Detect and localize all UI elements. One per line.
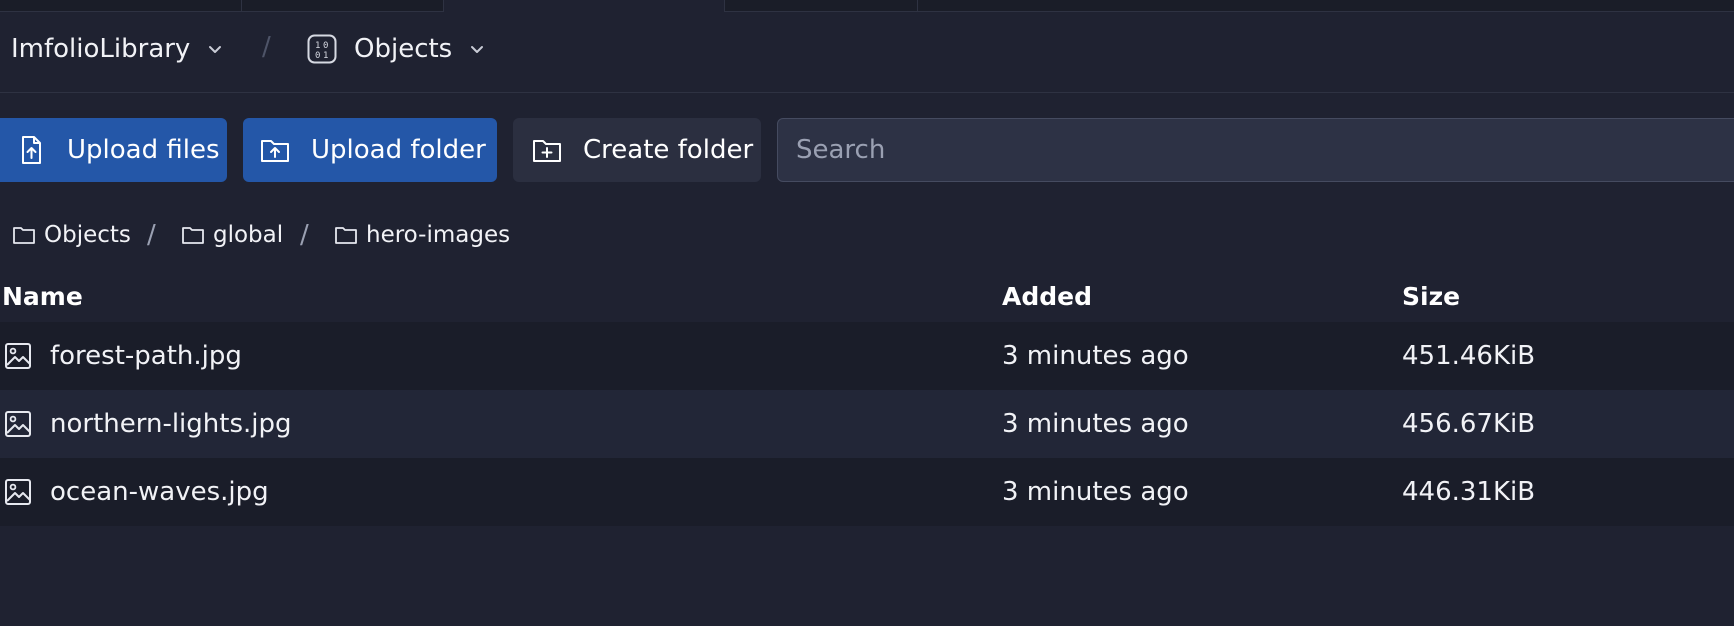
file-name[interactable]: forest-path.jpg [50, 322, 242, 390]
create-folder-label: Create folder [583, 135, 754, 165]
table-row[interactable]: northern-lights.jpg 3 minutes ago 456.67… [0, 390, 1734, 458]
column-header-added[interactable]: Added [1002, 280, 1092, 314]
upload-files-label: Upload files [67, 135, 220, 165]
section-selector[interactable]: 1 0 0 1 Objects [307, 34, 486, 64]
svg-text:0: 0 [323, 41, 328, 51]
breadcrumb-item-hero-images[interactable]: hero-images [334, 218, 510, 252]
folder-icon [335, 227, 357, 244]
toolbar: Upload files Upload folder Create folder [0, 118, 1734, 182]
tab[interactable] [242, 0, 444, 12]
create-folder-button[interactable]: Create folder [513, 118, 761, 182]
breadcrumb: Objects / global / hero-images [0, 218, 1000, 252]
file-list: forest-path.jpg 3 minutes ago 451.46KiB … [0, 322, 1734, 526]
file-size: 451.46KiB [1402, 341, 1536, 371]
upload-files-button[interactable]: Upload files [0, 118, 227, 182]
image-icon [5, 343, 31, 369]
svg-text:1: 1 [315, 41, 320, 51]
svg-text:1: 1 [323, 51, 328, 61]
library-name: ImfolioLibrary [11, 34, 191, 64]
table-row[interactable]: forest-path.jpg 3 minutes ago 451.46KiB [0, 322, 1734, 390]
breadcrumb-separator: / [300, 220, 309, 250]
breadcrumb-label: global [213, 222, 284, 248]
table-header: Name Added Size [0, 280, 1734, 322]
file-name[interactable]: ocean-waves.jpg [50, 458, 269, 526]
image-icon [5, 411, 31, 437]
folder-icon [182, 227, 204, 244]
svg-text:0: 0 [315, 51, 320, 61]
file-size: 446.31KiB [1402, 477, 1536, 507]
file-added: 3 minutes ago [1002, 477, 1189, 507]
file-added: 3 minutes ago [1002, 341, 1189, 371]
tab-strip [0, 0, 1734, 12]
search-input[interactable] [777, 118, 1734, 182]
folder-upload-icon [261, 140, 289, 162]
folder-icon [13, 227, 35, 244]
header-separator: / [262, 32, 271, 62]
image-icon [5, 479, 31, 505]
chevron-down-icon [209, 46, 222, 53]
library-selector[interactable]: ImfolioLibrary [11, 34, 224, 64]
breadcrumb-item-global[interactable]: global [181, 218, 283, 252]
file-upload-icon [22, 136, 41, 164]
column-header-size[interactable]: Size [1402, 280, 1460, 314]
column-header-name[interactable]: Name [2, 280, 83, 314]
breadcrumb-item-objects[interactable]: Objects [12, 218, 131, 252]
upload-folder-label: Upload folder [311, 135, 486, 165]
tab-active[interactable] [444, 0, 725, 12]
section-name: Objects [354, 34, 453, 64]
breadcrumb-separator: / [147, 220, 156, 250]
chevron-down-icon [471, 46, 484, 53]
binary-icon: 1 0 0 1 [307, 34, 337, 64]
tab[interactable] [725, 0, 918, 12]
file-name[interactable]: northern-lights.jpg [50, 390, 292, 458]
breadcrumb-label: hero-images [366, 222, 511, 248]
file-added: 3 minutes ago [1002, 409, 1189, 439]
table-row[interactable]: ocean-waves.jpg 3 minutes ago 446.31KiB [0, 458, 1734, 526]
upload-folder-button[interactable]: Upload folder [243, 118, 497, 182]
breadcrumb-label: Objects [44, 222, 131, 248]
header-bar: ImfolioLibrary / 1 0 0 1 Objects [0, 12, 1734, 93]
file-size: 456.67KiB [1402, 409, 1536, 439]
tab[interactable] [0, 0, 242, 12]
folder-plus-icon [533, 140, 561, 162]
